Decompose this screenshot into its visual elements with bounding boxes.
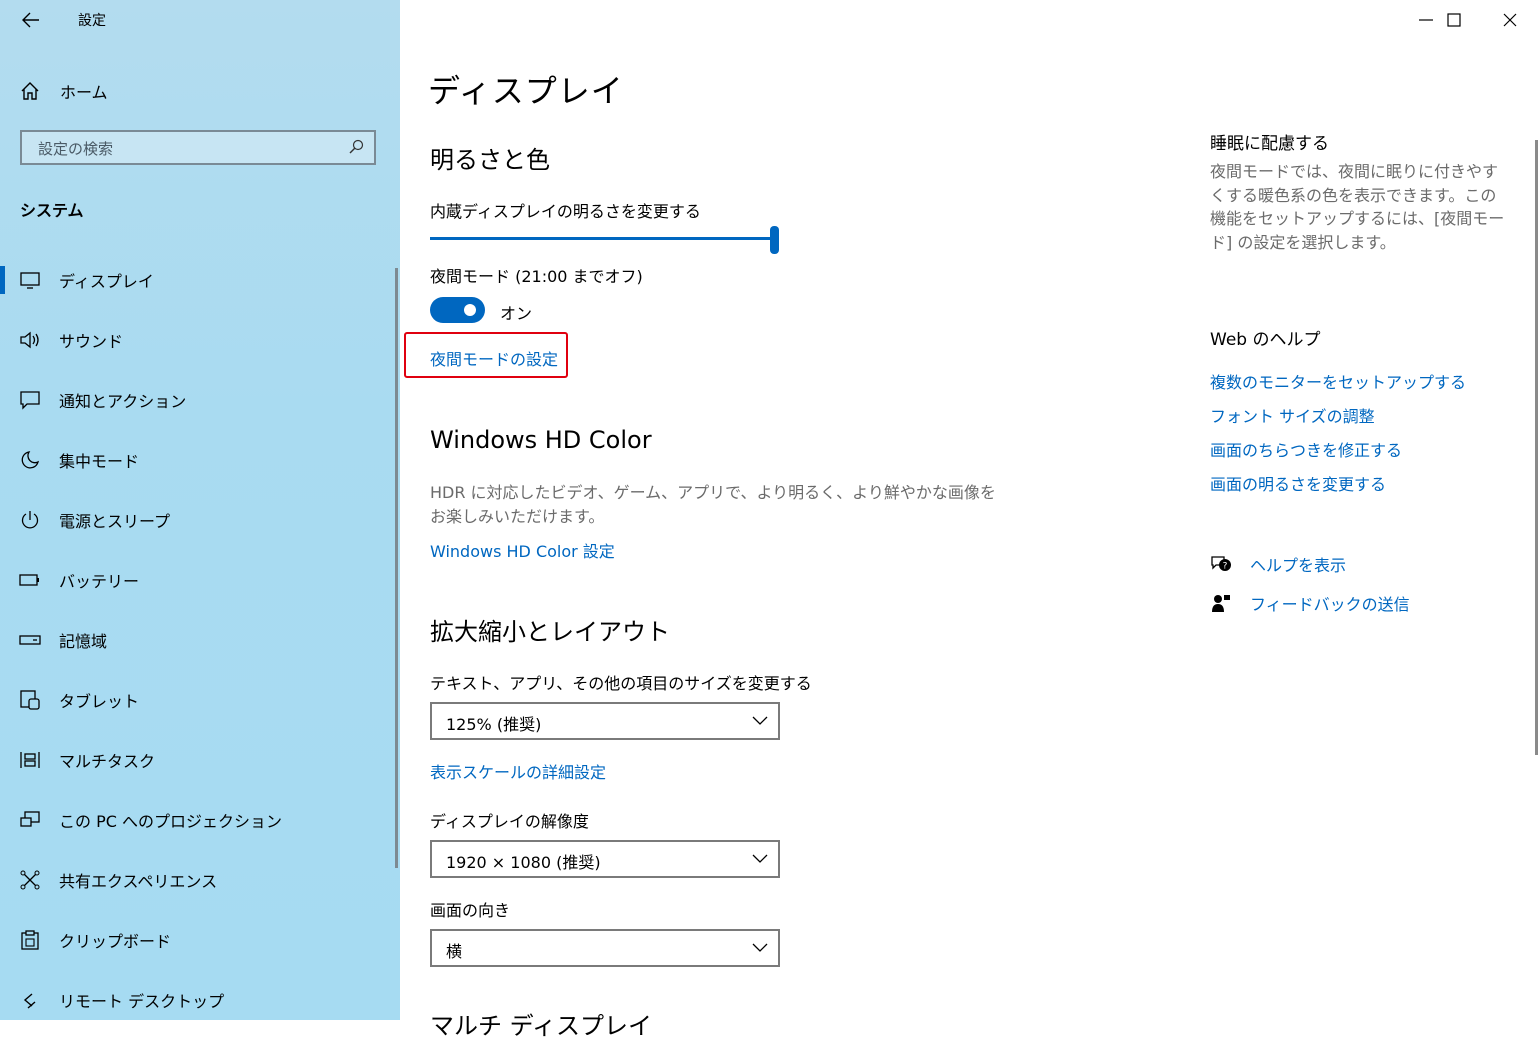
nav-label: リモート デスクトップ — [59, 992, 225, 1011]
back-button[interactable] — [14, 4, 48, 36]
back-arrow-icon — [22, 12, 39, 28]
nav-label: 通知とアクション — [59, 392, 187, 411]
scale-value: 125% (推奨) — [446, 715, 542, 734]
sidebar: 設定 ホーム システム ディスプレイ サウンド — [0, 0, 400, 1020]
slider-thumb[interactable] — [770, 226, 779, 254]
brightness-slider-label: 内蔵ディスプレイの明るさを変更する — [430, 202, 701, 221]
sleep-heading: 睡眠に配慮する — [1210, 134, 1329, 154]
nav-item-focus[interactable]: 集中モード — [0, 430, 400, 490]
scale-dropdown[interactable]: 125% (推奨) — [430, 702, 780, 740]
hdr-description: HDR に対応したビデオ、ゲーム、アプリで、より明るく、より鮮やかな画像をお楽し… — [430, 483, 996, 526]
home-link[interactable]: ホーム — [0, 70, 400, 112]
nav-item-power[interactable]: 電源とスリープ — [0, 490, 400, 550]
nav-label: この PC へのプロジェクション — [59, 812, 282, 831]
brightness-slider[interactable] — [430, 226, 780, 254]
speaker-icon — [18, 328, 42, 352]
battery-icon — [18, 568, 42, 592]
size-label: テキスト、アプリ、その他の項目のサイズを変更する — [430, 674, 812, 693]
tablet-icon — [18, 688, 42, 712]
brightness-heading: 明るさと色 — [430, 146, 550, 174]
nav-label: 電源とスリープ — [59, 512, 171, 531]
search-icon — [349, 139, 364, 154]
chevron-down-icon — [752, 854, 768, 863]
related-panel: 睡眠に配慮する 夜間モードでは、夜間に眠りに付きやすくする暖色系の色を表示できま… — [1190, 0, 1540, 1020]
nav-item-remote-desktop[interactable]: リモート デスクトップ — [0, 970, 400, 1020]
nav-item-notifications[interactable]: 通知とアクション — [0, 370, 400, 430]
nav-item-projection[interactable]: この PC へのプロジェクション — [0, 790, 400, 850]
nav-item-storage[interactable]: 記憶域 — [0, 610, 400, 670]
advanced-scale-link[interactable]: 表示スケールの詳細設定 — [430, 759, 606, 783]
multitask-icon — [18, 748, 42, 772]
projection-icon — [18, 808, 42, 832]
nav-list: ディスプレイ サウンド 通知とアクション 集中モード 電源とスリープ バッテリー… — [0, 250, 400, 1020]
nav-label: タブレット — [59, 692, 140, 711]
toggle-state-label: オン — [500, 304, 533, 323]
help-chat-icon: ? — [1210, 553, 1232, 575]
app-title: 設定 — [78, 13, 106, 29]
hdr-heading: Windows HD Color — [430, 426, 652, 454]
section-title: システム — [20, 201, 84, 220]
home-icon — [0, 80, 60, 102]
get-help-link[interactable]: ? ヘルプを表示 — [1210, 552, 1346, 576]
remote-desktop-icon — [18, 988, 42, 1012]
monitor-icon — [18, 268, 42, 292]
scale-heading: 拡大縮小とレイアウト — [430, 618, 670, 646]
share-icon — [18, 868, 42, 892]
orientation-value: 横 — [446, 942, 463, 961]
nav-item-battery[interactable]: バッテリー — [0, 550, 400, 610]
sleep-description: 夜間モードでは、夜間に眠りに付きやすくする暖色系の色を表示できます。この機能をセ… — [1210, 162, 1505, 252]
power-icon — [18, 508, 42, 532]
nav-label: ディスプレイ — [59, 272, 154, 291]
get-help-label: ヘルプを表示 — [1250, 556, 1347, 575]
nav-label: サウンド — [59, 332, 124, 351]
nav-item-tablet[interactable]: タブレット — [0, 670, 400, 730]
home-label: ホーム — [60, 83, 108, 102]
search-box[interactable] — [20, 130, 376, 165]
nav-label: クリップボード — [59, 932, 172, 951]
chevron-down-icon — [752, 943, 768, 952]
web-help-heading: Web のヘルプ — [1210, 330, 1321, 350]
storage-icon — [18, 628, 42, 652]
nav-item-sound[interactable]: サウンド — [0, 310, 400, 370]
hdr-settings-link[interactable]: Windows HD Color 設定 — [430, 538, 615, 562]
orientation-label: 画面の向き — [430, 901, 511, 920]
multi-display-heading: マルチ ディスプレイ — [430, 1012, 652, 1040]
night-mode-toggle[interactable] — [430, 297, 485, 323]
nav-label: 共有エクスペリエンス — [59, 872, 218, 891]
nav-item-clipboard[interactable]: クリップボード — [0, 910, 400, 970]
main-scrollbar[interactable] — [1535, 140, 1538, 755]
feedback-label: フィードバックの送信 — [1250, 595, 1410, 614]
nav-label: 集中モード — [59, 452, 140, 471]
resolution-dropdown[interactable]: 1920 × 1080 (推奨) — [430, 840, 780, 878]
night-mode-label: 夜間モード (21:00 までオフ) — [430, 267, 643, 286]
nav-label: 記憶域 — [59, 632, 108, 651]
slider-track — [430, 237, 775, 240]
help-link-brightness[interactable]: 画面の明るさを変更する — [1210, 471, 1386, 495]
resolution-value: 1920 × 1080 (推奨) — [446, 853, 601, 872]
resolution-label: ディスプレイの解像度 — [430, 812, 589, 831]
help-link-monitors[interactable]: 複数のモニターをセットアップする — [1210, 369, 1466, 393]
clipboard-icon — [18, 928, 42, 952]
notification-icon — [18, 388, 42, 412]
page-title: ディスプレイ — [428, 72, 624, 110]
chevron-down-icon — [752, 716, 768, 725]
svg-text:?: ? — [1223, 562, 1228, 572]
feedback-icon — [1210, 592, 1232, 614]
nav-item-multitask[interactable]: マルチタスク — [0, 730, 400, 790]
help-link-flicker[interactable]: 画面のちらつきを修正する — [1210, 437, 1402, 461]
nav-label: マルチタスク — [59, 752, 156, 771]
sidebar-scrollbar[interactable] — [395, 268, 398, 868]
nav-item-display[interactable]: ディスプレイ — [0, 250, 400, 310]
main-content: ディスプレイ 明るさと色 内蔵ディスプレイの明るさを変更する 夜間モード (21… — [400, 0, 1190, 1040]
nav-label: バッテリー — [59, 572, 140, 591]
help-link-font-size[interactable]: フォント サイズの調整 — [1210, 403, 1375, 427]
moon-icon — [18, 448, 42, 472]
nav-item-shared[interactable]: 共有エクスペリエンス — [0, 850, 400, 910]
search-input[interactable] — [36, 136, 340, 162]
night-mode-settings-link[interactable]: 夜間モードの設定 — [430, 346, 558, 370]
orientation-dropdown[interactable]: 横 — [430, 929, 780, 967]
toggle-knob — [464, 304, 476, 316]
feedback-link[interactable]: フィードバックの送信 — [1210, 591, 1410, 615]
